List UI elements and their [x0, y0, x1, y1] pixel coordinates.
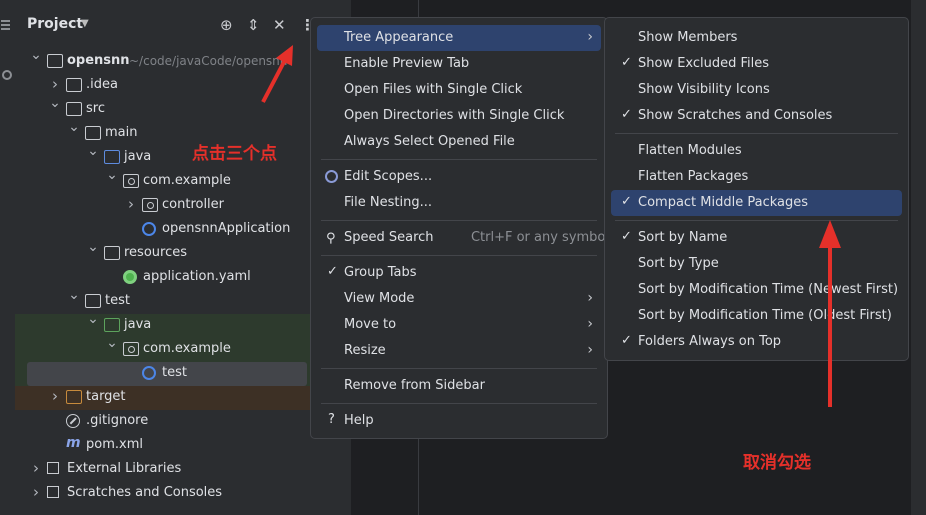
arrow-to-compact-middle: [819, 220, 841, 407]
arrow-to-options-icon: [261, 45, 293, 103]
annotation-arrows: [261, 45, 841, 407]
